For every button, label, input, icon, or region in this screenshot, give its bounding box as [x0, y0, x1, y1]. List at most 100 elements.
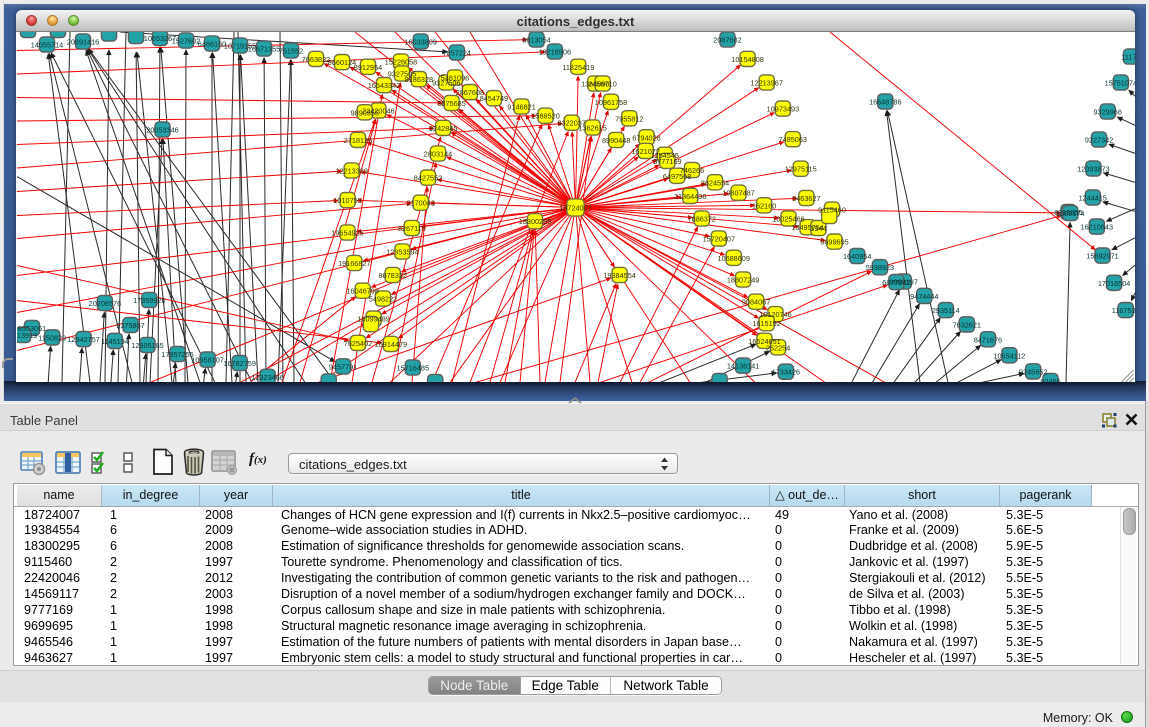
svg-text:14099489: 14099489	[357, 314, 389, 323]
svg-text:20206576: 20206576	[89, 299, 121, 308]
svg-text:18807249: 18807249	[727, 275, 759, 284]
svg-text:2718126: 2718126	[344, 135, 372, 144]
svg-text:12975115: 12975115	[785, 164, 817, 173]
svg-text:8186328: 8186328	[405, 75, 433, 84]
svg-text:5461096: 5461096	[441, 73, 469, 82]
svg-text:1944: 1944	[810, 224, 826, 233]
svg-text:12213967: 12213967	[750, 78, 782, 87]
svg-text:7663822: 7663822	[302, 54, 330, 63]
svg-text:21364436: 21364436	[674, 191, 706, 200]
svg-text:10958107: 10958107	[191, 355, 223, 364]
svg-text:10973493: 10973493	[767, 104, 799, 113]
svg-text:1244415: 1244415	[1079, 193, 1107, 202]
svg-text:2456710: 2456710	[588, 79, 616, 88]
svg-text:19166827: 19166827	[338, 259, 370, 268]
svg-text:1527602: 1527602	[172, 36, 200, 45]
svg-text:19654925: 19654925	[331, 228, 363, 237]
svg-text:1640954: 1640954	[843, 252, 871, 261]
svg-text:7485063: 7485063	[779, 135, 807, 144]
svg-text:12905185: 12905185	[131, 341, 163, 350]
svg-text:10807487: 10807487	[722, 188, 754, 197]
svg-text:18300295: 18300295	[519, 217, 551, 226]
svg-text:15692971: 15692971	[1086, 251, 1118, 260]
svg-text:9777169: 9777169	[653, 156, 681, 165]
svg-text:9115460: 9115460	[818, 205, 846, 214]
svg-text:15751074: 15751074	[1105, 78, 1135, 87]
svg-text:9245652: 9245652	[1019, 367, 1047, 376]
svg-text:9329966: 9329966	[1093, 107, 1121, 116]
svg-text:10154808: 10154808	[731, 54, 763, 63]
svg-text:92456: 92456	[1040, 377, 1060, 383]
svg-text:9699695: 9699695	[820, 237, 848, 246]
svg-text:16033809: 16033809	[404, 37, 436, 46]
svg-text:10025466: 10025466	[772, 214, 804, 223]
svg-text:14055714: 14055714	[31, 40, 63, 49]
svg-text:3875685: 3875685	[437, 99, 465, 108]
svg-text:11325419: 11325419	[562, 62, 594, 71]
svg-text:2087682: 2087682	[713, 35, 741, 44]
svg-text:19218506: 19218506	[539, 47, 571, 56]
svg-text:16210643: 16210643	[1081, 222, 1113, 231]
svg-text:7955812: 7955812	[615, 114, 643, 123]
svg-text:751552: 751552	[279, 46, 303, 55]
svg-text:1588520: 1588520	[531, 111, 559, 120]
svg-text:10120746: 10120746	[759, 310, 791, 319]
svg-text:12353594: 12353594	[386, 247, 418, 256]
svg-text:5498222: 5498222	[369, 294, 397, 303]
svg-text:9084067: 9084067	[742, 297, 770, 306]
svg-text:9890555: 9890555	[351, 108, 379, 117]
svg-text:2935114: 2935114	[932, 306, 960, 315]
svg-text:10961758: 10961758	[595, 97, 627, 106]
svg-text:20053346: 20053346	[146, 125, 178, 134]
svg-text:16648786: 16648786	[869, 97, 901, 106]
svg-text:7625402: 7625402	[344, 338, 372, 347]
svg-text:8813054: 8813054	[522, 35, 550, 44]
svg-text:8471676: 8471676	[974, 335, 1002, 344]
svg-text:18724007: 18724007	[559, 203, 591, 212]
svg-text:17359926: 17359926	[133, 296, 165, 305]
svg-text:8990448: 8990448	[602, 136, 630, 145]
svg-text:9463627: 9463627	[792, 194, 820, 203]
svg-text:1733426: 1733426	[772, 367, 800, 376]
svg-text:7886372: 7886372	[688, 214, 716, 223]
svg-text:1010755: 1010755	[333, 196, 361, 205]
svg-text:1150829: 1150829	[38, 333, 66, 342]
svg-text:3913919: 3913919	[17, 331, 37, 340]
svg-text:7632621: 7632621	[953, 320, 981, 329]
svg-text:20691416: 20691416	[67, 37, 99, 46]
svg-text:5938923: 5938923	[866, 263, 894, 272]
svg-text:16671355: 16671355	[248, 44, 280, 53]
svg-text:162160: 162160	[752, 201, 776, 210]
svg-text:8912954: 8912954	[354, 62, 382, 71]
svg-text:8427552: 8427552	[414, 173, 442, 182]
svg-text:17957255: 17957255	[161, 350, 193, 359]
svg-text:11173: 11173	[1121, 52, 1134, 61]
svg-text:1615152: 1615152	[752, 319, 780, 328]
svg-text:17016504: 17016504	[1098, 278, 1130, 287]
svg-text:19384554: 19384554	[603, 271, 635, 280]
svg-text:8678332: 8678332	[378, 271, 406, 280]
svg-text:1145194: 1145194	[101, 336, 129, 345]
svg-text:2803144: 2803144	[424, 149, 452, 158]
svg-text:15720407: 15720407	[703, 234, 735, 243]
svg-text:9474444: 9474444	[910, 291, 938, 300]
svg-text:1089174: 1089174	[1056, 209, 1084, 218]
svg-text:252254: 252254	[766, 343, 790, 352]
svg-text:6466160: 6466160	[198, 39, 226, 48]
svg-text:6794028: 6794028	[632, 133, 660, 142]
svg-text:12213389: 12213389	[335, 166, 367, 175]
svg-text:8454749: 8454749	[480, 94, 508, 103]
svg-text:15716485: 15716485	[397, 363, 429, 372]
svg-text:9146821: 9146821	[507, 102, 535, 111]
svg-text:6877842: 6877842	[882, 278, 910, 287]
svg-text:10688609: 10688609	[717, 253, 749, 262]
svg-text:3170043: 3170043	[406, 198, 434, 207]
svg-text:1362615: 1362615	[578, 123, 606, 132]
svg-text:1167533: 1167533	[1112, 306, 1135, 315]
svg-text:9375867: 9375867	[116, 321, 144, 330]
svg-text:16914479: 16914479	[375, 339, 407, 348]
svg-text:14136141: 14136141	[727, 361, 759, 370]
svg-text:7857224: 7857224	[443, 48, 471, 57]
svg-text:16782759: 16782759	[223, 359, 255, 368]
svg-text:12942757: 12942757	[67, 335, 99, 344]
